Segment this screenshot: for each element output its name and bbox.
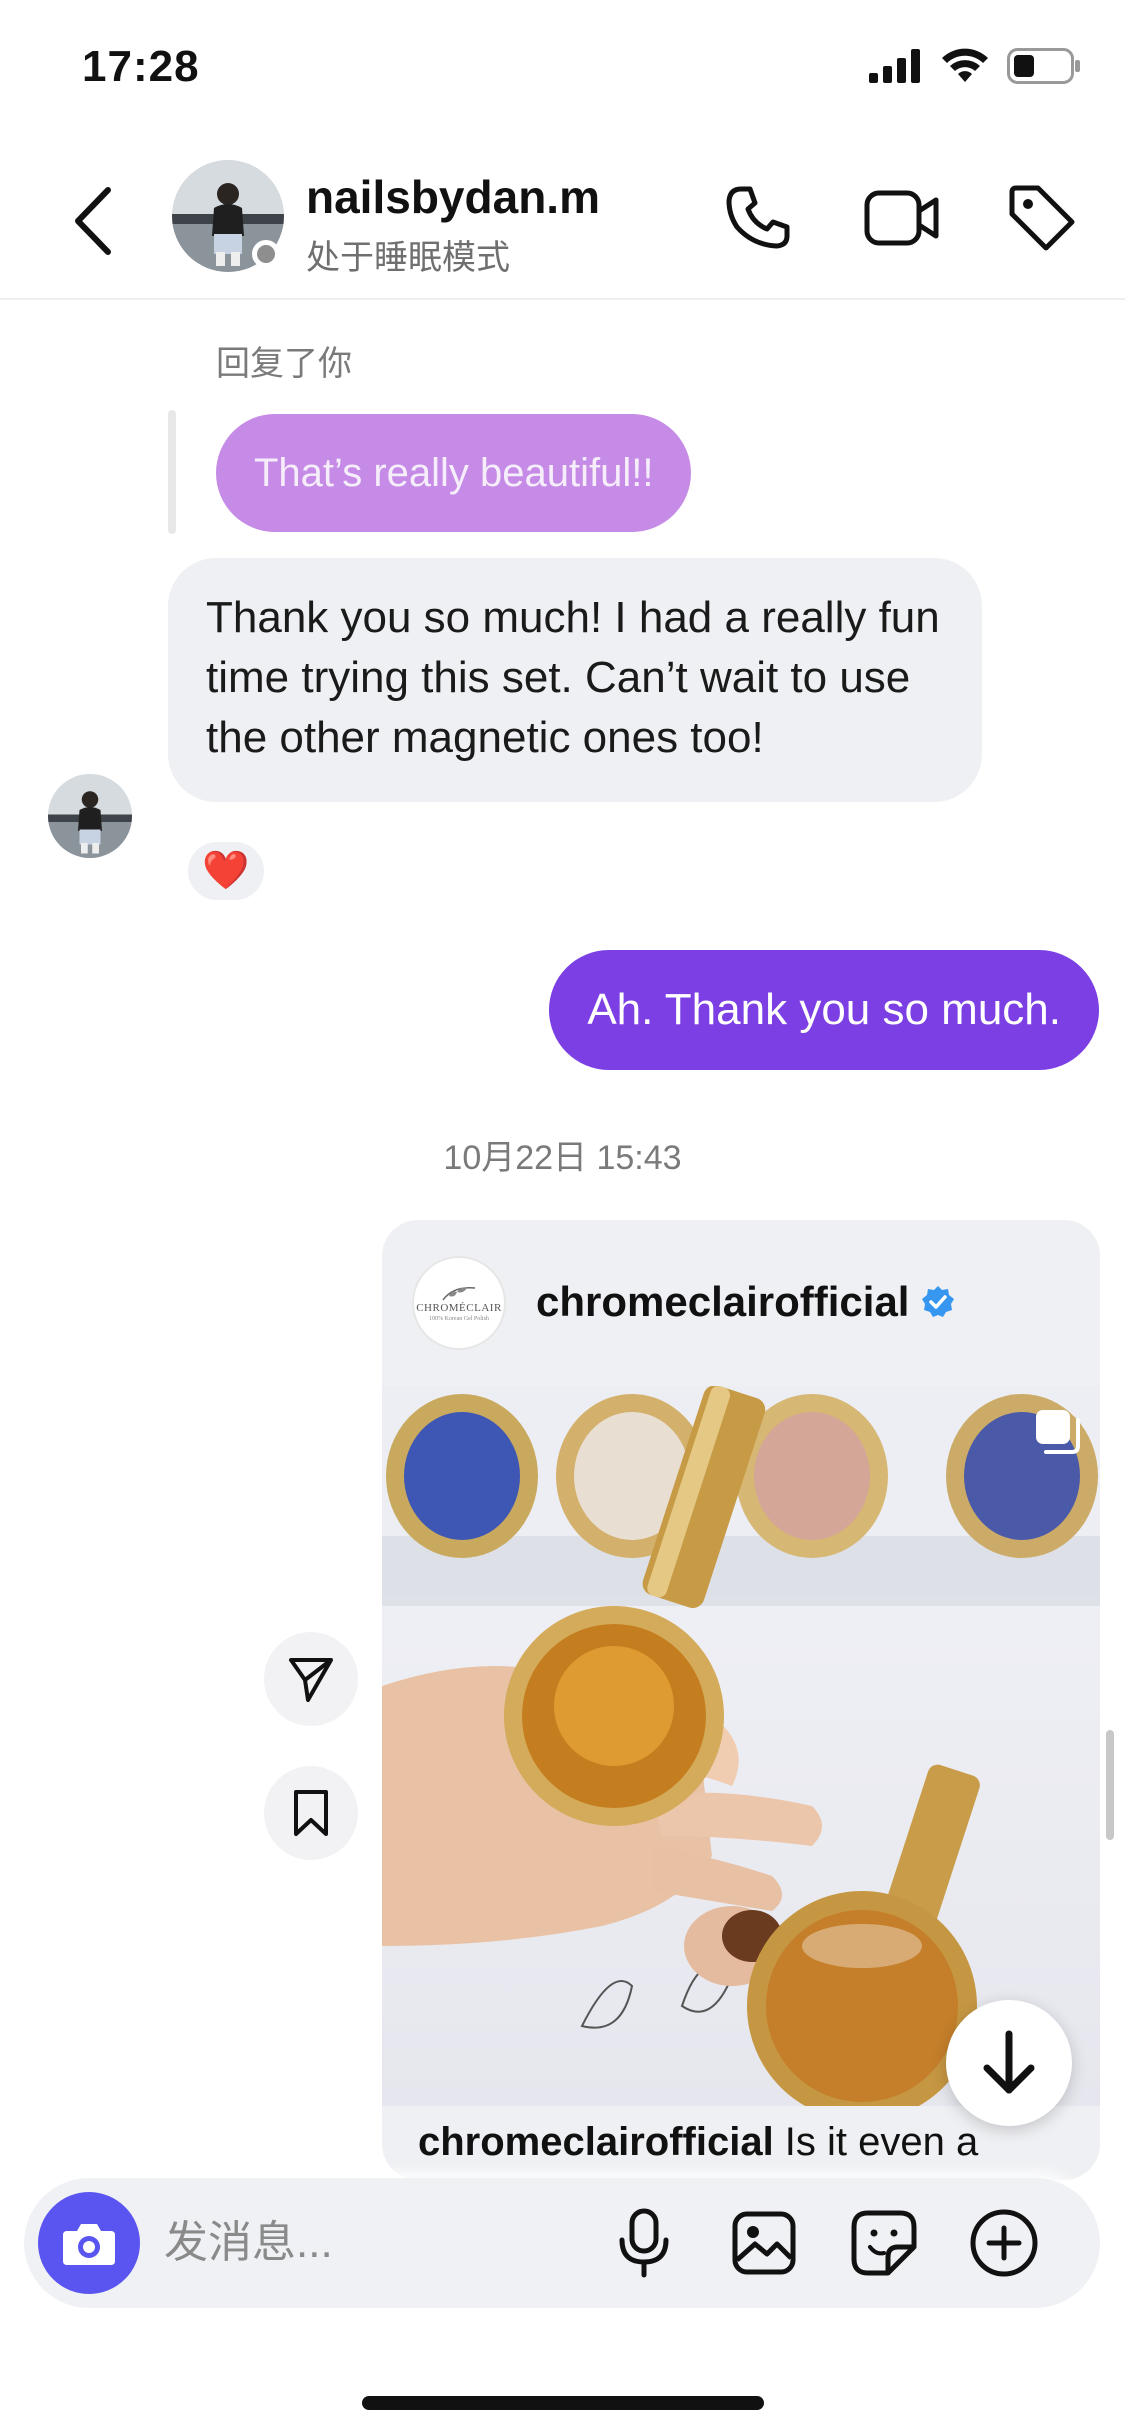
bookmark-icon xyxy=(294,1790,328,1836)
status-bar: 17:28 xyxy=(0,0,1125,140)
caption-account: chromeclairofficial xyxy=(418,2120,774,2164)
tag-button[interactable] xyxy=(1002,178,1082,258)
phone-icon xyxy=(726,186,790,249)
message-input[interactable] xyxy=(164,2204,464,2282)
add-icon xyxy=(970,2209,1038,2277)
heart-reaction[interactable]: ❤️ xyxy=(184,838,268,904)
leaf-icon xyxy=(442,1287,476,1301)
scrollbar[interactable] xyxy=(1106,1730,1114,1840)
send-icon xyxy=(289,1658,333,1702)
username[interactable]: nailsbydan.m xyxy=(306,170,600,224)
home-indicator[interactable] xyxy=(362,2396,764,2410)
brand-logo-text: CHROMÉCLAIR xyxy=(416,1302,502,1314)
user-status: 处于睡眠模式 xyxy=(306,239,510,277)
post-caption[interactable]: chromeclairofficial Is it even a xyxy=(418,2120,978,2165)
sticker-button[interactable] xyxy=(844,2203,924,2283)
verified-badge-icon xyxy=(922,1286,955,1317)
post-account-avatar[interactable]: CHROMÉCLAIR 100% Korean Gel Polish xyxy=(412,1256,506,1350)
wifi-icon xyxy=(941,48,989,89)
post-account-label: chromeclairofficial xyxy=(536,1278,910,1325)
status-icons xyxy=(869,48,1081,89)
post-image[interactable] xyxy=(382,1386,1100,2106)
video-icon xyxy=(864,190,939,246)
outgoing-message-bubble[interactable]: Ah. Thank you so much. xyxy=(549,950,1099,1070)
replied-message-bubble[interactable]: That’s really beautiful!! xyxy=(216,414,692,532)
tag-icon xyxy=(1009,185,1075,251)
share-post-button[interactable] xyxy=(264,1632,358,1726)
message-timestamp: 10月22日 15:43 xyxy=(443,1139,682,1177)
brand-logo-subtext: 100% Korean Gel Polish xyxy=(429,1316,489,1322)
caption-text: Is it even a xyxy=(773,2120,979,2164)
arrow-down-icon xyxy=(983,2030,1035,2094)
post-account-name[interactable]: chromeclairofficial xyxy=(536,1278,955,1326)
message-composer xyxy=(24,2178,1100,2308)
video-call-button[interactable] xyxy=(862,178,942,258)
gallery-button[interactable] xyxy=(724,2203,804,2283)
camera-icon xyxy=(63,2224,115,2265)
reply-label: 回复了你 xyxy=(216,345,352,383)
more-options-button[interactable] xyxy=(964,2203,1044,2283)
sticker-icon xyxy=(851,2210,917,2276)
signal-icon xyxy=(869,49,923,88)
camera-button[interactable] xyxy=(38,2192,140,2294)
microphone-icon xyxy=(619,2208,669,2278)
status-time: 17:28 xyxy=(82,42,200,91)
presence-indicator xyxy=(252,240,280,268)
multiple-media-icon xyxy=(1036,1410,1080,1454)
reply-quote-bar xyxy=(168,410,176,534)
back-icon xyxy=(75,187,111,255)
save-post-button[interactable] xyxy=(264,1766,358,1860)
chat-header: nailsbydan.m 处于睡眠模式 xyxy=(0,140,1125,300)
incoming-message-bubble[interactable]: Thank you so much! I had a really fun ti… xyxy=(168,558,982,802)
back-button[interactable] xyxy=(62,176,122,266)
phone-call-button[interactable] xyxy=(718,178,798,258)
battery-icon xyxy=(1007,48,1081,89)
sender-avatar[interactable] xyxy=(48,774,132,858)
voice-message-button[interactable] xyxy=(604,2203,684,2283)
gallery-icon xyxy=(732,2211,796,2275)
scroll-to-bottom-button[interactable] xyxy=(946,2000,1072,2126)
